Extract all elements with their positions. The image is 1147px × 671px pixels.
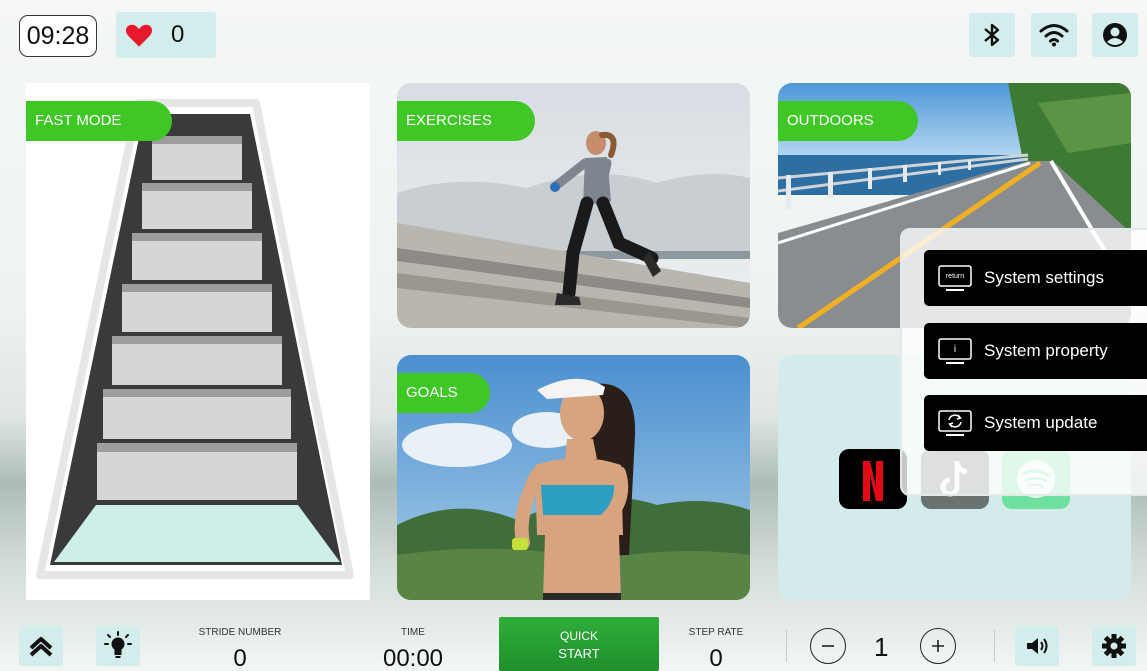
- heart-rate-display: 0: [116, 12, 216, 58]
- goals-card[interactable]: GOALS: [397, 355, 750, 600]
- wifi-icon: [1039, 24, 1069, 47]
- stairmill-illustration: [36, 99, 354, 579]
- exercises-card[interactable]: EXERCISES: [397, 83, 750, 328]
- exercises-label: EXERCISES: [397, 101, 535, 141]
- fast-mode-label: FAST MODE: [26, 101, 172, 141]
- stride-number-label: STRIDE NUMBER: [198, 627, 282, 638]
- level-value: 1: [874, 632, 889, 662]
- divider: [994, 630, 995, 662]
- bluetooth-icon: [984, 23, 1000, 47]
- outdoors-label: OUTDOORS: [778, 101, 918, 141]
- heart-icon: [126, 24, 152, 47]
- svg-text:i: i: [954, 344, 956, 355]
- goals-label: GOALS: [397, 373, 490, 413]
- speaker-icon: [1027, 638, 1048, 654]
- quick-start-button[interactable]: QUICK START: [499, 617, 659, 671]
- time-value: 00:00: [382, 645, 444, 671]
- step-rate-label: STEP RATE: [688, 627, 744, 638]
- light-button[interactable]: [96, 626, 140, 666]
- system-menu: return System settings i System property…: [900, 228, 1147, 496]
- settings-button[interactable]: [1092, 626, 1136, 666]
- monitor-info-icon: i: [938, 338, 972, 364]
- gear-icon: [1102, 634, 1126, 658]
- svg-text:return: return: [946, 273, 964, 280]
- quick-start-line1: QUICK: [559, 629, 598, 643]
- bluetooth-button[interactable]: [969, 13, 1015, 57]
- time-label: TIME: [401, 627, 425, 638]
- increase-level-button[interactable]: [920, 628, 956, 664]
- home-button[interactable]: [19, 626, 63, 666]
- wifi-button[interactable]: [1031, 13, 1077, 57]
- heart-rate-value: 0: [171, 21, 185, 48]
- account-button[interactable]: [1092, 13, 1138, 57]
- quick-start-line2: START: [558, 646, 600, 661]
- volume-button[interactable]: [1015, 626, 1059, 666]
- lightbulb-icon: [104, 631, 132, 658]
- system-property-label: System property: [984, 341, 1108, 360]
- user-icon: [1103, 23, 1127, 47]
- home-chevron-icon: [29, 637, 53, 657]
- clock: 09:28: [19, 15, 97, 57]
- system-update-label: System update: [984, 413, 1098, 432]
- system-settings-item[interactable]: return System settings: [924, 250, 1147, 306]
- plus-icon: [932, 640, 944, 652]
- system-property-item[interactable]: i System property: [924, 323, 1147, 379]
- step-rate-value: 0: [709, 645, 723, 671]
- divider: [786, 630, 787, 662]
- stride-number-value: 0: [233, 645, 247, 671]
- decrease-level-button[interactable]: [810, 628, 846, 664]
- fast-mode-card[interactable]: FAST MODE: [26, 83, 370, 600]
- monitor-return-icon: return: [938, 265, 972, 291]
- monitor-refresh-icon: [938, 410, 972, 436]
- netflix-icon[interactable]: [839, 449, 907, 509]
- system-settings-label: System settings: [984, 268, 1104, 287]
- minus-icon: [822, 645, 834, 647]
- system-update-item[interactable]: System update: [924, 395, 1147, 451]
